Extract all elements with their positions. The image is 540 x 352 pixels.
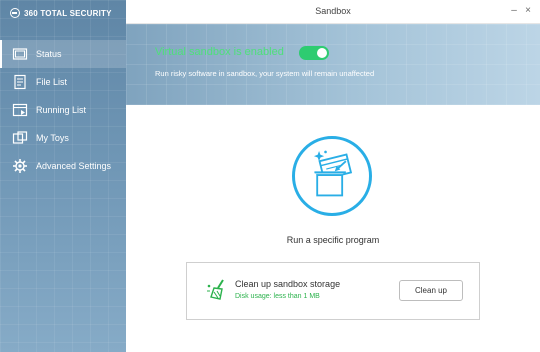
sidebar-item-label: Status — [36, 49, 62, 59]
file-list-icon — [14, 74, 26, 90]
sandbox-status-text: Virtual sandbox is enabled — [155, 46, 284, 58]
title-bar: Sandbox – × — [126, 0, 540, 24]
logo-icon — [10, 8, 20, 18]
sidebar-item-file-list[interactable]: File List — [0, 68, 126, 96]
gear-icon — [13, 159, 27, 173]
minimize-button[interactable]: – — [508, 4, 520, 18]
close-button[interactable]: × — [522, 4, 534, 18]
sidebar: 360 TOTAL SECURITY Status File List Runn… — [0, 0, 126, 352]
banner-background — [126, 24, 540, 105]
sidebar-item-running-list[interactable]: Running List — [0, 96, 126, 124]
broom-icon — [207, 279, 224, 300]
status-banner: Virtual sandbox is enabled Run risky sof… — [126, 24, 540, 105]
status-icon — [12, 48, 28, 60]
sandbox-description: Run risky software in sandbox, your syst… — [155, 69, 375, 78]
sidebar-item-label: File List — [36, 77, 68, 87]
run-program-label: Run a specific program — [286, 235, 380, 245]
sidebar-item-label: Running List — [36, 105, 87, 115]
clean-up-button[interactable]: Clean up — [399, 280, 463, 301]
cleanup-title: Clean up sandbox storage — [235, 279, 341, 289]
sidebar-item-advanced-settings[interactable]: Advanced Settings — [0, 152, 126, 180]
brand-name: 360 TOTAL SECURITY — [24, 8, 112, 18]
running-list-icon — [12, 103, 28, 117]
brand-logo: 360 TOTAL SECURITY — [10, 6, 112, 20]
sidebar-item-my-toys[interactable]: My Toys — [0, 124, 126, 152]
window-title: Sandbox — [315, 6, 351, 16]
sidebar-item-label: My Toys — [36, 133, 69, 143]
sandbox-toggle[interactable] — [299, 46, 329, 60]
sidebar-item-status[interactable]: Status — [0, 40, 126, 68]
my-toys-icon — [12, 131, 28, 144]
sidebar-nav: Status File List Running List My Toys Ad… — [0, 40, 126, 180]
sidebar-item-label: Advanced Settings — [36, 161, 112, 171]
run-program-button[interactable] — [292, 136, 372, 216]
disk-usage-text: Disk usage: less than 1 MB — [235, 293, 320, 300]
sandbox-box-icon — [313, 150, 353, 197]
cleanup-card: Clean up sandbox storage Disk usage: les… — [186, 262, 480, 320]
